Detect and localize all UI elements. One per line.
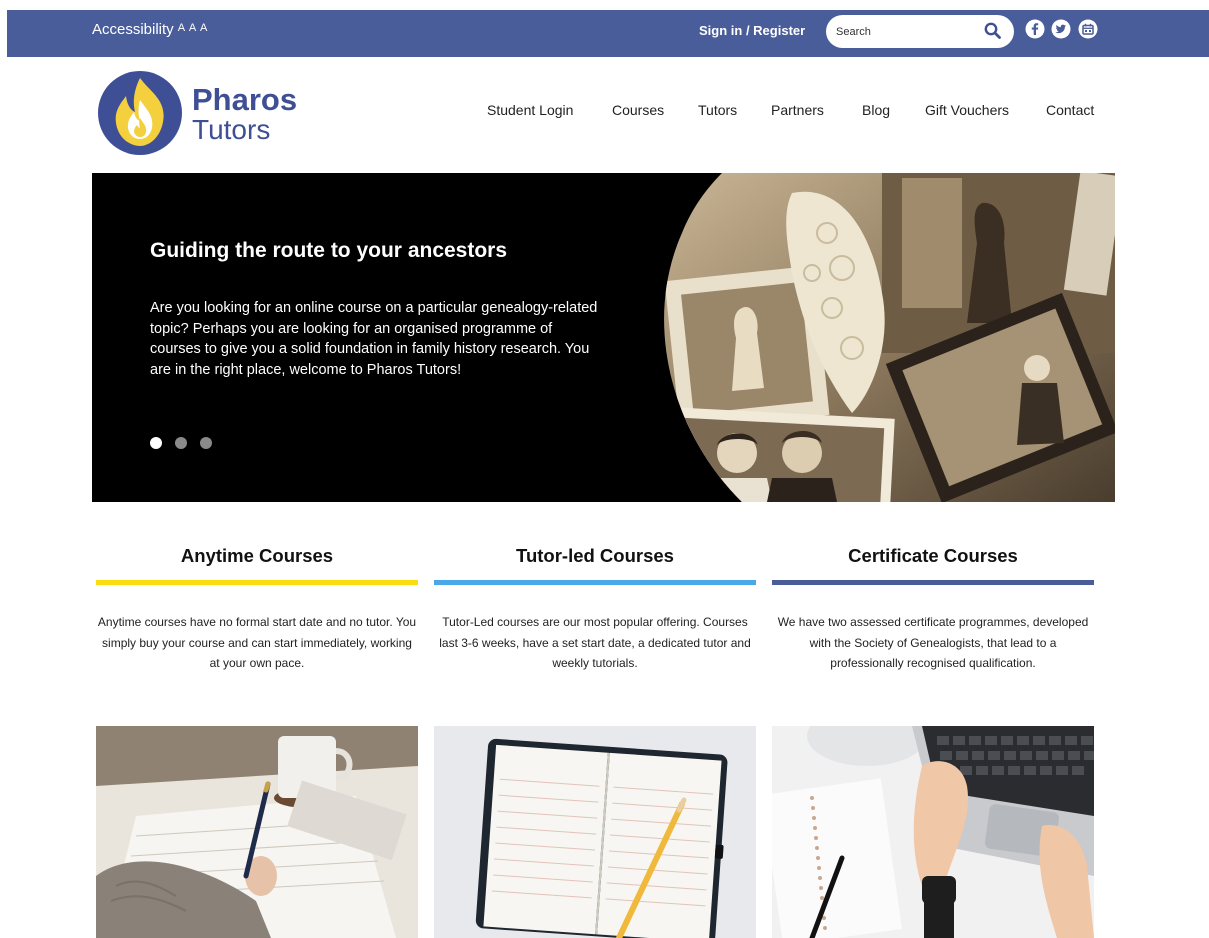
hero-vintage-photos-image (664, 173, 1115, 502)
nav-courses[interactable]: Courses (612, 102, 664, 118)
nav-blog[interactable]: Blog (862, 102, 890, 118)
nav-student-login[interactable]: Student Login (487, 102, 573, 118)
tutor-led-courses-text: Tutor-Led courses are our most popular o… (439, 615, 751, 670)
anytime-courses-title[interactable]: Anytime Courses (96, 545, 418, 567)
tutor-led-courses-image[interactable] (434, 726, 756, 938)
certificate-courses-image[interactable] (772, 726, 1094, 938)
site-logo[interactable]: Pharos Tutors (97, 70, 307, 156)
nav-partners[interactable]: Partners (771, 102, 824, 118)
hero-text: Are you looking for an online course on … (150, 300, 598, 378)
logo-text-tutors: Tutors (192, 114, 271, 145)
search-icon[interactable] (983, 21, 1003, 41)
anytime-courses-accent-bar (96, 580, 418, 585)
tutor-led-courses-accent-bar (434, 580, 756, 585)
slider-dot-3[interactable] (200, 437, 212, 449)
nav-gift-vouchers[interactable]: Gift Vouchers (925, 102, 1009, 118)
twitter-icon[interactable] (1051, 19, 1071, 39)
font-size-options[interactable]: A A A (178, 22, 209, 34)
laptop-typing-photo (772, 726, 1094, 938)
anytime-courses-text: Anytime courses have no formal start dat… (97, 615, 417, 670)
search-input[interactable] (836, 23, 976, 41)
certificate-courses-text: We have two assessed certificate program… (777, 615, 1089, 670)
facebook-icon[interactable] (1025, 19, 1045, 39)
person-writing-photo (96, 726, 418, 938)
certificate-courses-title[interactable]: Certificate Courses (772, 545, 1094, 567)
certificate-courses-accent-bar (772, 580, 1094, 585)
logo-text-pharos: Pharos (192, 82, 298, 117)
search-box (826, 15, 1014, 48)
sign-in-register-link[interactable]: Sign in / Register (699, 23, 805, 38)
calendar-icon[interactable] (1078, 19, 1098, 39)
hero-title: Guiding the route to your ancestors (150, 239, 508, 262)
accessibility-label: Accessibility (92, 21, 174, 38)
slider-dot-2[interactable] (175, 437, 187, 449)
nav-contact[interactable]: Contact (1046, 102, 1094, 118)
accessibility-control[interactable]: Accessibility A A A (92, 21, 208, 38)
hero-slider: Guiding the route to your ancestors Are … (92, 173, 1115, 502)
nav-tutors[interactable]: Tutors (698, 102, 737, 118)
top-bar: Accessibility A A A Sign in / Register (7, 10, 1209, 57)
open-planner-photo (434, 726, 756, 938)
anytime-courses-image[interactable] (96, 726, 418, 938)
flame-logo-icon (98, 71, 182, 155)
tutor-led-courses-title[interactable]: Tutor-led Courses (434, 545, 756, 567)
slider-dot-1[interactable] (150, 437, 162, 449)
